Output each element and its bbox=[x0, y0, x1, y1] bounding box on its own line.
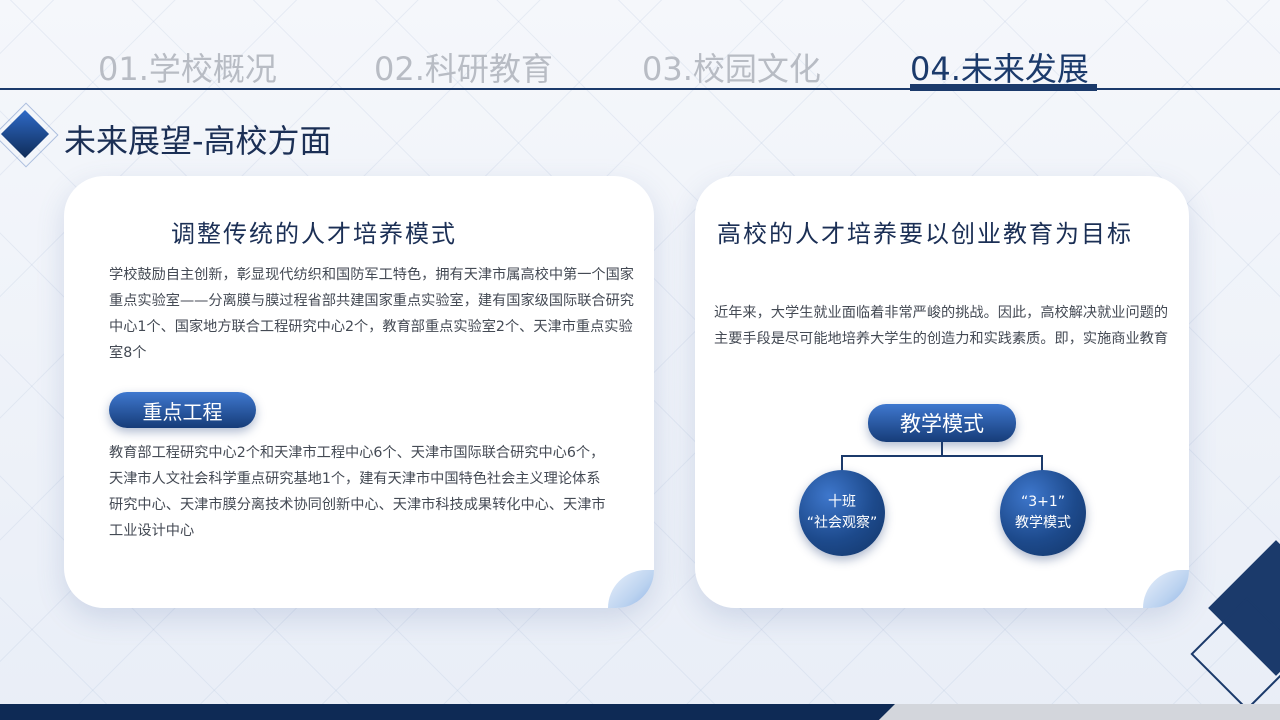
left-card-paragraph-2: 教育部工程研究中心2个和天津市工程中心6个、天津市国际联合研究中心6个，天津市人… bbox=[109, 445, 606, 539]
diagram-connector-left bbox=[841, 455, 843, 471]
right-card-paragraph: 近年来，大学生就业面临着非常严峻的挑战。因此，高校解决就业问题的主要手段是尽可能… bbox=[714, 305, 1169, 347]
node-line-1: “3+1” bbox=[1020, 494, 1066, 510]
diagram-node-social-observation: 十班 “社会观察” bbox=[799, 470, 885, 556]
teaching-mode-node: 教学模式 bbox=[868, 404, 1016, 442]
page-title: 未来展望-高校方面 bbox=[64, 122, 332, 160]
diagram-connector-right bbox=[1041, 455, 1043, 471]
right-card-heading: 高校的人才培养要以创业教育为目标 bbox=[717, 220, 1133, 248]
node-line-2: “社会观察” bbox=[806, 515, 878, 531]
right-card: 高校的人才培养要以创业教育为目标 近年来，大学生就业面临着非常严峻的挑战。因此，… bbox=[695, 176, 1189, 608]
diagram-connector-vertical bbox=[941, 442, 943, 456]
diagram-node-3plus1-mode: “3+1” 教学模式 bbox=[1000, 470, 1086, 556]
tab-research-education[interactable]: 02.科研教育 bbox=[374, 44, 553, 90]
key-projects-badge: 重点工程 bbox=[109, 392, 256, 428]
active-tab-indicator bbox=[910, 84, 1097, 91]
left-card: 调整传统的人才培养模式 学校鼓励自主创新，彰显现代纺织和国防军工特色，拥有天津市… bbox=[64, 176, 654, 608]
node-line-2: 教学模式 bbox=[1015, 515, 1071, 531]
left-card-heading: 调整传统的人才培养模式 bbox=[171, 220, 457, 248]
tab-school-overview[interactable]: 01.学校概况 bbox=[98, 44, 277, 90]
node-line-1: 十班 bbox=[828, 494, 856, 510]
left-card-paragraph-1: 学校鼓励自主创新，彰显现代纺织和国防军工特色，拥有天津市属高校中第一个国家重点实… bbox=[109, 267, 634, 361]
bottom-bar-dark bbox=[0, 704, 895, 720]
tab-campus-culture[interactable]: 03.校园文化 bbox=[642, 44, 821, 90]
diagram-connector-horizontal bbox=[841, 455, 1043, 457]
tab-bar: 01.学校概况 02.科研教育 03.校园文化 04.未来发展 bbox=[0, 0, 1280, 92]
